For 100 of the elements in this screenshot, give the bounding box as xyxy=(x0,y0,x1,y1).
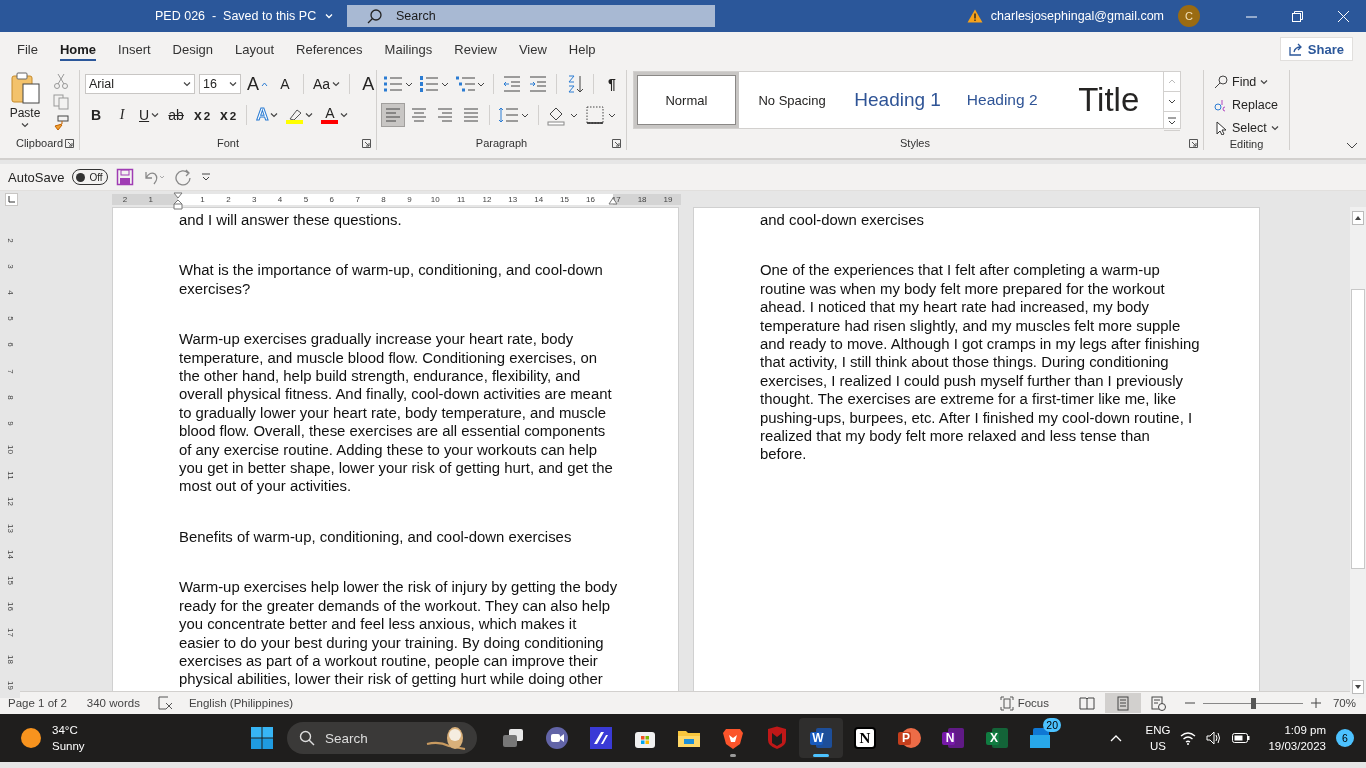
numbering-icon[interactable] xyxy=(418,73,450,95)
dialog-launcher-icon[interactable] xyxy=(1189,139,1198,148)
ribbon-tab[interactable]: Home xyxy=(48,32,108,66)
caret-icon[interactable] xyxy=(340,112,349,118)
scrollbar-thumb[interactable] xyxy=(1351,289,1365,569)
change-case-button[interactable]: Aa xyxy=(311,73,343,95)
zoom-in-icon[interactable] xyxy=(1310,698,1321,708)
taskbar-app-button[interactable]: N xyxy=(843,718,887,758)
scroll-up-icon[interactable] xyxy=(1352,211,1364,225)
ribbon-tab[interactable]: Review xyxy=(443,32,508,66)
start-icon[interactable] xyxy=(250,726,274,750)
caret-icon[interactable] xyxy=(229,81,237,87)
borders-icon[interactable] xyxy=(584,104,618,126)
onenote-logo-icon xyxy=(941,726,965,750)
font-name-field[interactable]: Arial xyxy=(85,74,195,94)
ribbon-tab[interactable]: View xyxy=(507,32,558,66)
volume-icon[interactable] xyxy=(1206,731,1223,745)
word-count[interactable]: 340 words xyxy=(86,697,140,709)
page-count[interactable]: Page 1 of 2 xyxy=(8,697,67,709)
font-size-field[interactable]: 16 xyxy=(199,74,241,94)
document-title[interactable]: PED 026 - Saved to this PC xyxy=(155,9,325,23)
style-option[interactable]: Normal xyxy=(634,72,739,128)
caret-icon[interactable] xyxy=(1260,79,1269,85)
taskbar-app-button[interactable]: 20 xyxy=(1019,718,1063,758)
taskbar-app-button[interactable]: W xyxy=(799,718,843,758)
temperature[interactable]: 34°C xyxy=(52,722,85,738)
select-button[interactable]: Select xyxy=(1214,118,1279,138)
clear-formatting-button[interactable]: A xyxy=(357,73,380,95)
caret-icon[interactable] xyxy=(151,112,160,118)
ribbon-tab[interactable]: File xyxy=(6,32,49,66)
close-icon[interactable] xyxy=(1337,10,1349,22)
find-button[interactable]: Find xyxy=(1214,72,1279,92)
style-option[interactable]: Title xyxy=(1054,72,1163,128)
battery-icon[interactable] xyxy=(1232,733,1251,743)
scroll-down-icon[interactable] xyxy=(1352,680,1364,695)
customize-toolbar-icon[interactable] xyxy=(200,172,213,182)
font-color-button[interactable]: A xyxy=(319,104,351,126)
zoom-level[interactable]: 70% xyxy=(1332,697,1356,709)
show-hidden-icons[interactable] xyxy=(1109,734,1122,742)
underline-button[interactable]: U xyxy=(137,104,162,126)
keyboard-region[interactable]: US xyxy=(1145,738,1171,754)
taskbar-search-field[interactable]: Search xyxy=(287,722,477,754)
owl-icon xyxy=(425,724,467,752)
ribbon-tab[interactable]: References xyxy=(285,32,374,66)
restore-icon[interactable] xyxy=(1291,10,1303,22)
taskbar-app-button[interactable]: X xyxy=(975,718,1019,758)
ribbon-tab[interactable]: Help xyxy=(557,32,607,66)
save-icon[interactable] xyxy=(116,168,135,186)
share-button[interactable]: Share xyxy=(1279,37,1353,61)
caret-icon[interactable] xyxy=(183,81,191,87)
caret-icon[interactable] xyxy=(332,81,341,87)
group-label: Paragraph xyxy=(475,137,528,149)
account-avatar[interactable]: C xyxy=(1178,5,1200,27)
proofing-icon[interactable] xyxy=(157,696,173,710)
taskbar-app-button[interactable]: N xyxy=(931,718,975,758)
paragraph: Benefits of warm-up, conditioning, and cool-down exercises xyxy=(179,527,573,547)
show-formatting-button[interactable]: ¶ xyxy=(601,73,623,95)
excel-logo-icon xyxy=(985,726,1009,750)
ribbon-tab[interactable]: Insert xyxy=(107,32,162,66)
style-option[interactable]: Heading 1 xyxy=(845,72,950,128)
replace-button[interactable]: Replace xyxy=(1214,95,1279,115)
italic-button[interactable]: I xyxy=(111,104,133,126)
clock-date[interactable]: 19/03/2023 xyxy=(1268,738,1326,754)
caret-icon[interactable] xyxy=(1270,125,1279,131)
search-field[interactable]: Search xyxy=(347,5,715,27)
indent-marker-icon[interactable] xyxy=(173,192,183,210)
redo-icon[interactable] xyxy=(174,168,193,186)
weather-condition[interactable]: Sunny xyxy=(52,738,85,754)
account-email[interactable]: charlesjosephingal@gmail.com xyxy=(990,9,1164,23)
bold-button[interactable]: B xyxy=(85,104,107,126)
ruler-number: 19 xyxy=(5,680,15,690)
focus-button[interactable]: Focus xyxy=(999,695,1049,711)
ruler-number: 12 xyxy=(481,194,493,205)
sun-icon[interactable] xyxy=(20,727,42,749)
paste-button[interactable]: Paste xyxy=(5,70,45,136)
collapse-ribbon-icon[interactable] xyxy=(1346,142,1358,150)
wifi-icon[interactable] xyxy=(1180,731,1197,745)
language-status[interactable]: English (Philippines) xyxy=(188,697,294,709)
input-language[interactable]: ENG xyxy=(1145,722,1171,738)
ruler-number: 16 xyxy=(584,194,596,205)
clock-time[interactable]: 1:09 pm xyxy=(1268,722,1326,738)
tab-selector[interactable] xyxy=(5,192,18,206)
paintbrush-icon[interactable] xyxy=(53,115,69,131)
print-view-button[interactable] xyxy=(1104,693,1141,713)
taskbar-app-button[interactable]: P xyxy=(887,718,931,758)
caret-icon[interactable] xyxy=(270,112,279,118)
ribbon-tab[interactable]: Design xyxy=(161,32,225,66)
notification-badge[interactable]: 6 xyxy=(1336,729,1354,747)
dialog-launcher-icon[interactable] xyxy=(612,139,621,148)
shrink-font-button[interactable]: A xyxy=(274,73,296,95)
style-option[interactable]: No Spacing xyxy=(738,72,846,128)
style-option[interactable]: Heading 2 xyxy=(949,72,1055,128)
dialog-launcher-icon[interactable] xyxy=(65,139,74,148)
caret-icon[interactable] xyxy=(305,112,314,118)
grow-font-button[interactable]: A xyxy=(245,73,270,95)
dialog-launcher-icon[interactable] xyxy=(362,139,371,148)
strikethrough-button[interactable]: ab xyxy=(165,104,188,126)
caret-icon[interactable] xyxy=(21,122,29,128)
ribbon-tab[interactable]: Layout xyxy=(224,32,286,66)
ribbon-tab[interactable]: Mailings xyxy=(373,32,444,66)
